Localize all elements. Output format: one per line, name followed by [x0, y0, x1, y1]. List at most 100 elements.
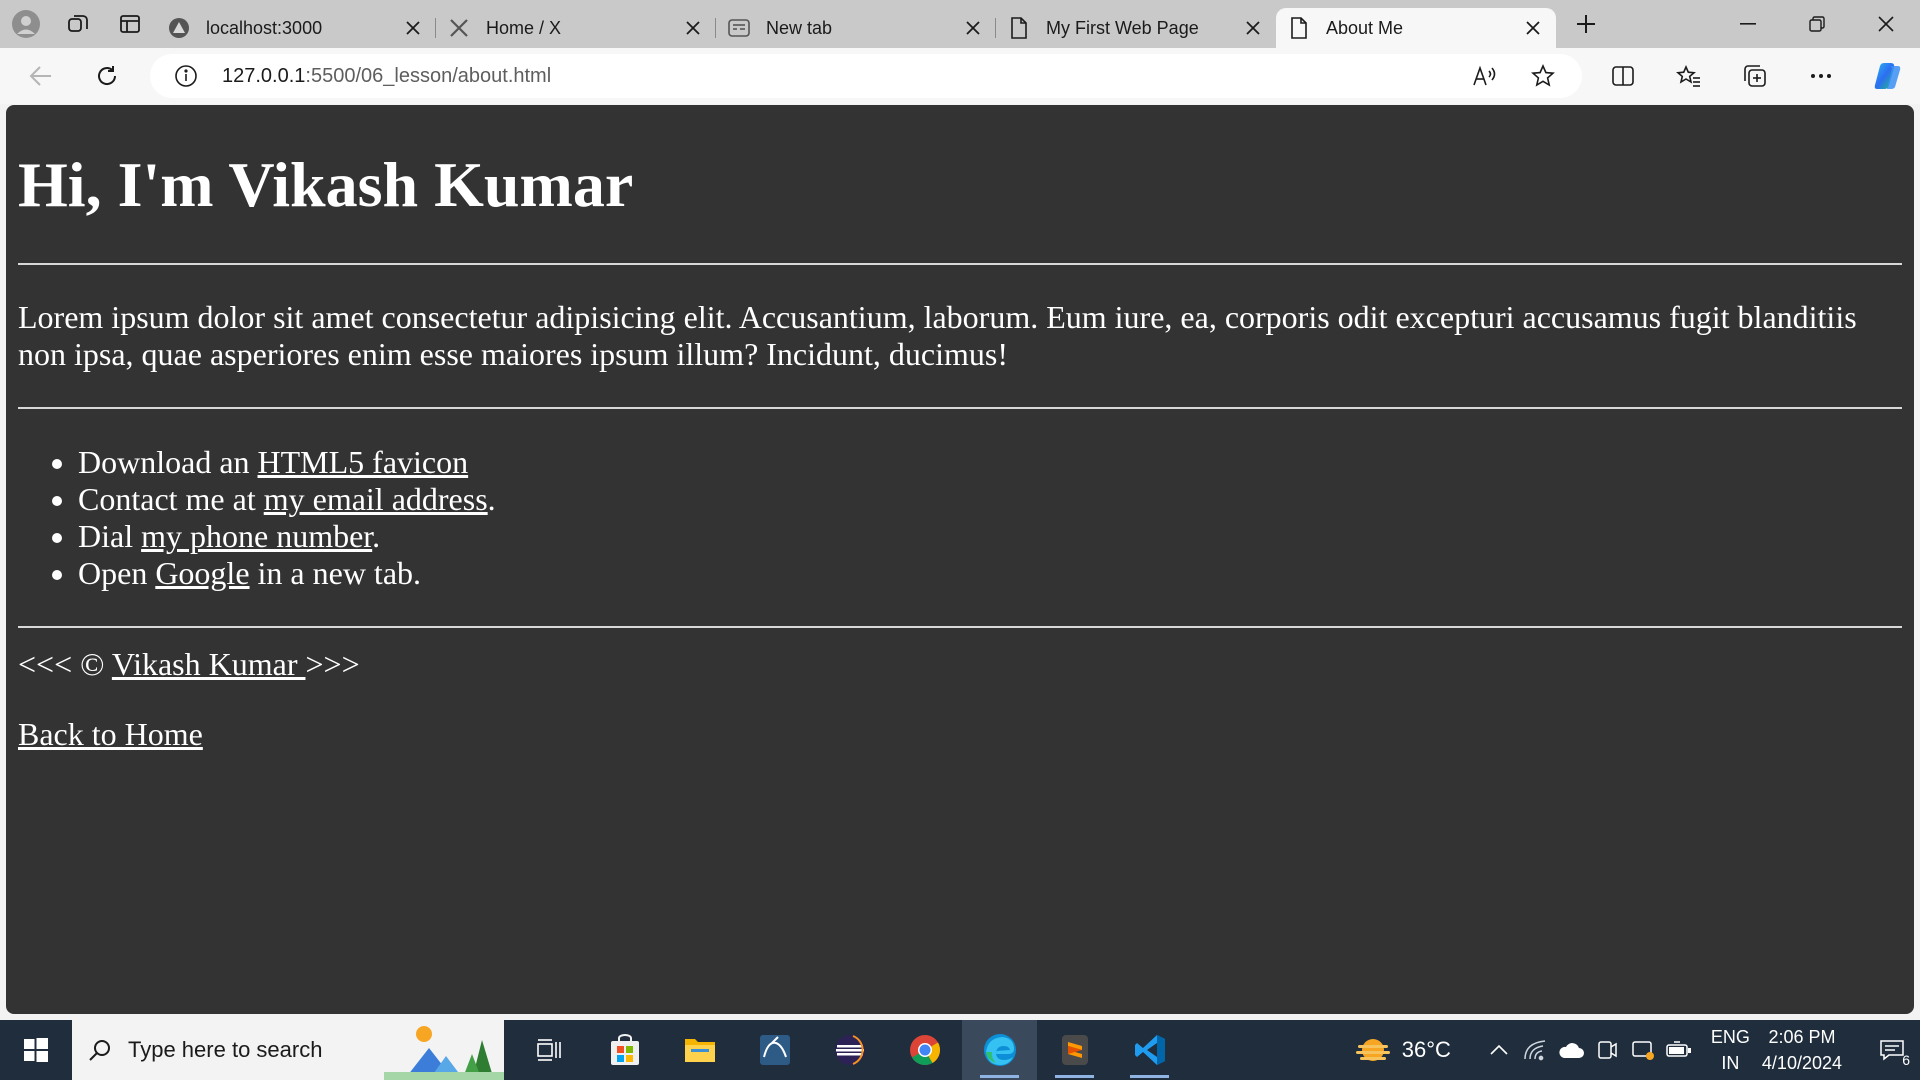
url-text[interactable]: 127.0.0.1:5500/06_lesson/about.html [222, 65, 551, 88]
display-settings-icon[interactable] [1625, 1020, 1661, 1080]
list-item-suffix: in a new tab. [249, 555, 422, 592]
tab-title: localhost:3000 [206, 17, 323, 38]
list-item: Download an HTML5 favicon [78, 444, 1902, 481]
restore-icon[interactable] [1782, 0, 1851, 48]
address-bar[interactable]: 127.0.0.1:5500/06_lesson/about.html [150, 54, 1582, 98]
split-screen-icon[interactable] [1590, 48, 1656, 104]
task-view-icon[interactable] [512, 1020, 587, 1080]
sublime-text-icon[interactable] [1037, 1020, 1112, 1080]
language-region: IN [1721, 1053, 1740, 1073]
tab-title: My First Web Page [1046, 17, 1199, 38]
read-aloud-icon[interactable] [1456, 54, 1514, 98]
file-explorer-icon[interactable] [662, 1020, 737, 1080]
collections-icon[interactable] [1722, 48, 1788, 104]
phone-link[interactable]: my phone number [141, 518, 372, 554]
new-tab-button[interactable] [1556, 0, 1616, 48]
tab-title: New tab [766, 17, 833, 38]
language-code: ENG [1710, 1027, 1750, 1047]
author-link[interactable]: Vikash Kumar [112, 646, 306, 682]
window-controls [1713, 0, 1920, 48]
footer-suffix: >>> [305, 646, 360, 683]
tab-localhost[interactable]: localhost:3000 [156, 8, 436, 48]
vertical-tabs-icon[interactable] [104, 0, 156, 48]
google-link[interactable]: Google [155, 555, 249, 591]
email-link[interactable]: my email address [264, 481, 488, 517]
close-window-icon[interactable] [1851, 0, 1920, 48]
notifications-icon[interactable]: 6 [1864, 1020, 1920, 1080]
document-icon [1288, 17, 1310, 39]
more-options-icon[interactable] [1788, 48, 1854, 104]
weather-widget[interactable]: 36°C [1354, 1035, 1451, 1065]
weather-temperature: 36°C [1401, 1037, 1451, 1062]
search-highlight-art-icon [384, 1026, 504, 1080]
close-tab-icon[interactable] [962, 17, 984, 39]
chrome-icon[interactable] [887, 1020, 962, 1080]
tab-title: About Me [1326, 17, 1404, 38]
windows-start-icon[interactable] [0, 1020, 72, 1080]
taskbar-search[interactable]: Type here to search [72, 1020, 504, 1080]
divider [18, 263, 1902, 266]
system-tray: 36°C ENG IN 2:06 PM 4/10/2024 6 [1354, 1020, 1920, 1080]
eclipse-icon[interactable] [812, 1020, 887, 1080]
copilot-icon[interactable] [1854, 48, 1920, 104]
tab-new-tab[interactable]: New tab [716, 8, 996, 48]
wifi-icon[interactable] [1517, 1020, 1553, 1080]
close-tab-icon[interactable] [402, 17, 424, 39]
x-logo-icon [448, 17, 470, 39]
close-tab-icon[interactable] [1242, 17, 1264, 39]
links-list: Download an HTML5 favicon Contact me at … [18, 444, 1902, 592]
workspaces-icon[interactable] [52, 0, 104, 48]
list-item-prefix: Download an [78, 444, 258, 481]
triangle-site-icon [168, 17, 190, 39]
page-content: Hi, I'm Vikash Kumar Lorem ipsum dolor s… [6, 105, 1914, 1014]
back-button[interactable] [8, 48, 74, 104]
clock[interactable]: 2:06 PM 4/10/2024 [1762, 1024, 1842, 1076]
back-to-home-link[interactable]: Back to Home [18, 716, 203, 753]
new-tab-page-icon [728, 17, 750, 39]
battery-icon[interactable] [1661, 1020, 1697, 1080]
language-indicator[interactable]: ENG IN [1711, 1024, 1750, 1076]
list-item-suffix: . [372, 518, 381, 555]
list-item-prefix: Contact me at [78, 481, 264, 518]
page-heading: Hi, I'm Vikash Kumar [18, 149, 634, 220]
divider [18, 407, 1902, 410]
url-path: :5500/06_lesson/about.html [305, 64, 552, 87]
clock-date: 4/10/2024 [1761, 1053, 1842, 1073]
browser-toolbar: 127.0.0.1:5500/06_lesson/about.html [0, 48, 1920, 104]
microsoft-store-icon[interactable] [587, 1020, 662, 1080]
chevron-up-icon[interactable] [1481, 1020, 1517, 1080]
minimize-icon[interactable] [1713, 0, 1782, 48]
close-tab-icon[interactable] [1522, 17, 1544, 39]
tab-about-me[interactable]: About Me [1276, 8, 1556, 48]
tab-my-first-web-page[interactable]: My First Web Page [996, 8, 1276, 48]
intro-paragraph: Lorem ipsum dolor sit amet consectetur a… [18, 299, 1857, 373]
tab-title: Home / X [486, 17, 562, 38]
favorite-star-icon[interactable] [1514, 54, 1572, 98]
url-host: 127.0.0.1 [222, 64, 306, 87]
weather-sun-icon [1355, 1039, 1390, 1061]
footer-prefix: <<< © [18, 646, 112, 683]
vscode-icon[interactable] [1112, 1020, 1187, 1080]
favicon-download-link[interactable]: HTML5 favicon [258, 444, 469, 480]
taskbar: Type here to search 36°C ENG IN 2:06 PM … [0, 1020, 1920, 1080]
mysql-workbench-icon[interactable] [737, 1020, 812, 1080]
search-placeholder: Type here to search [128, 1037, 323, 1062]
favorites-icon[interactable] [1656, 48, 1722, 104]
list-item-prefix: Dial [78, 518, 142, 555]
profile-icon[interactable] [0, 0, 52, 48]
footer-copyright: <<< © Vikash Kumar >>> [18, 646, 1902, 683]
list-item: Dial my phone number. [78, 518, 1902, 555]
search-icon [72, 1038, 128, 1062]
meet-now-icon[interactable] [1589, 1020, 1625, 1080]
list-item: Open Google in a new tab. [78, 555, 1902, 592]
site-info-icon[interactable] [162, 54, 210, 98]
tab-strip: localhost:3000 Home / X New tab My First… [0, 0, 1920, 48]
list-item: Contact me at my email address. [78, 481, 1902, 518]
list-item-prefix: Open [78, 555, 156, 592]
tab-home-x[interactable]: Home / X [436, 8, 716, 48]
list-item-suffix: . [487, 481, 496, 518]
onedrive-cloud-icon[interactable] [1553, 1020, 1589, 1080]
refresh-button[interactable] [74, 48, 140, 104]
edge-icon[interactable] [962, 1020, 1037, 1080]
close-tab-icon[interactable] [682, 17, 704, 39]
